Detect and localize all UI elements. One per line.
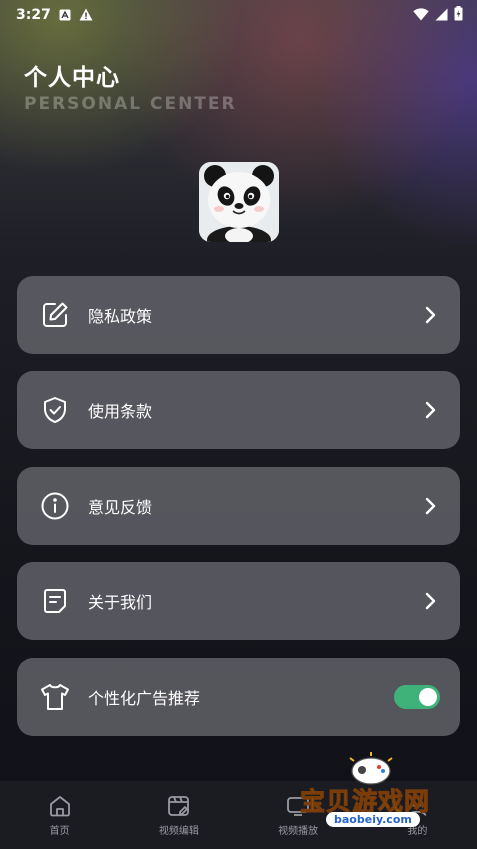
warning-icon — [79, 6, 93, 25]
nav-item-home[interactable]: 首页 — [0, 781, 119, 849]
nav-label: 首页 — [49, 825, 70, 837]
menu-item-privacy-policy[interactable]: 隐私政策 — [17, 276, 460, 354]
menu-item-personalized-ads: 个性化广告推荐 — [17, 658, 460, 736]
gamepad-mascot-icon — [349, 752, 393, 785]
home-icon — [47, 794, 73, 818]
watermark-logo: 宝贝游戏网 baobeiy.com — [299, 752, 450, 842]
toggle-knob — [419, 688, 437, 706]
wifi-icon — [413, 6, 429, 25]
chevron-right-icon — [422, 306, 440, 324]
menu-item-label: 关于我们 — [88, 593, 153, 612]
info-icon — [39, 490, 71, 522]
status-bar: 3:27 — [0, 0, 477, 30]
edit-icon — [39, 299, 71, 331]
cell-signal-icon — [435, 6, 448, 25]
shield-check-icon — [39, 394, 71, 426]
menu-item-label: 个性化广告推荐 — [88, 689, 201, 708]
battery-icon — [454, 5, 463, 25]
menu-item-label: 隐私政策 — [88, 307, 153, 326]
chevron-right-icon — [422, 401, 440, 419]
chevron-right-icon — [422, 497, 440, 515]
watermark-url: baobeiy.com — [326, 812, 420, 827]
status-left: 3:27 — [16, 6, 93, 25]
menu-item-feedback[interactable]: 意见反馈 — [17, 467, 460, 545]
chevron-right-icon — [422, 592, 440, 610]
status-right — [413, 5, 463, 25]
avatar[interactable] — [199, 162, 279, 242]
page-title: 个人中心 — [24, 65, 120, 91]
document-icon — [39, 585, 71, 617]
nav-item-video-edit[interactable]: 视频编辑 — [119, 781, 238, 849]
menu-item-label: 意见反馈 — [88, 498, 153, 517]
personalized-ads-toggle[interactable] — [394, 685, 440, 709]
tshirt-icon — [39, 681, 71, 713]
menu-item-label: 使用条款 — [88, 402, 153, 421]
nav-label: 视频编辑 — [158, 825, 199, 837]
video-edit-icon — [166, 794, 192, 818]
menu-item-about-us[interactable]: 关于我们 — [17, 562, 460, 640]
status-time: 3:27 — [16, 7, 51, 23]
menu-item-terms-of-use[interactable]: 使用条款 — [17, 371, 460, 449]
notification-a-icon — [59, 6, 71, 25]
panda-avatar-icon — [199, 162, 279, 242]
page-subtitle: PERSONAL CENTER — [24, 94, 237, 114]
